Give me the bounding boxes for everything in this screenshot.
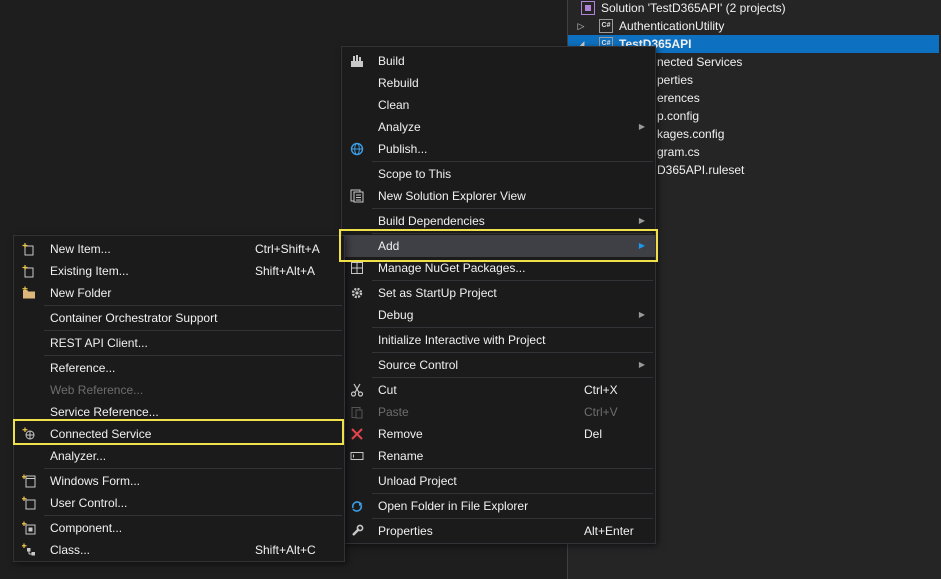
menu-item-new-solution-explorer-view[interactable]: New Solution Explorer View	[342, 185, 655, 207]
menu-item-remove[interactable]: Remove Del	[342, 423, 655, 445]
class-icon	[22, 543, 35, 556]
user-control-icon	[22, 496, 36, 510]
menu-item-open-folder[interactable]: Open Folder in File Explorer	[342, 495, 655, 517]
menu-item-clean[interactable]: Clean	[342, 94, 655, 116]
menu-separator	[372, 208, 653, 209]
menu-item-rename[interactable]: Rename	[342, 445, 655, 467]
menu-item-unload-project[interactable]: Unload Project	[342, 470, 655, 492]
folder-icon	[22, 286, 35, 299]
submenu-arrow-icon: ▶	[638, 310, 645, 319]
menu-item-analyze[interactable]: Analyze ▶	[342, 116, 655, 138]
menu-separator	[372, 493, 653, 494]
menu-separator	[372, 377, 653, 378]
add-item-service-reference[interactable]: Service Reference...	[14, 401, 344, 423]
gear-icon	[351, 287, 363, 299]
menu-item-cut[interactable]: Cut Ctrl+X	[342, 379, 655, 401]
menu-item-manage-nuget[interactable]: Manage NuGet Packages...	[342, 257, 655, 279]
menu-item-initialize-interactive[interactable]: Initialize Interactive with Project	[342, 329, 655, 351]
submenu-arrow-icon: ▶	[638, 360, 645, 369]
project-label: AuthenticationUtility	[619, 19, 725, 33]
menu-item-publish[interactable]: Publish...	[342, 138, 655, 160]
menu-separator	[372, 233, 653, 234]
add-item-windows-form[interactable]: Windows Form...	[14, 470, 344, 492]
menu-item-build[interactable]: Build	[342, 50, 655, 72]
menu-separator	[44, 305, 342, 306]
connected-service-icon	[22, 427, 35, 440]
submenu-arrow-icon: ▶	[638, 241, 645, 250]
add-item-rest-api-client[interactable]: REST API Client...	[14, 332, 344, 354]
add-item-user-control[interactable]: User Control...	[14, 492, 344, 514]
menu-separator	[44, 355, 342, 356]
expand-arrow-icon[interactable]: ▷	[576, 17, 586, 35]
menu-item-debug[interactable]: Debug ▶	[342, 304, 655, 326]
nuget-icon	[351, 262, 363, 274]
menu-separator	[372, 161, 653, 162]
menu-item-add[interactable]: Add ▶	[342, 235, 655, 257]
rename-icon	[350, 452, 364, 460]
component-icon	[22, 521, 36, 535]
menu-separator	[44, 468, 342, 469]
menu-item-paste: Paste Ctrl+V	[342, 401, 655, 423]
add-item-component[interactable]: Component...	[14, 517, 344, 539]
menu-item-rebuild[interactable]: Rebuild	[342, 72, 655, 94]
close-icon	[351, 428, 363, 440]
existing-item-icon	[22, 265, 34, 278]
add-item-new-item[interactable]: New Item... Ctrl+Shift+A	[14, 238, 344, 260]
menu-item-source-control[interactable]: Source Control ▶	[342, 354, 655, 376]
menu-item-properties[interactable]: Properties Alt+Enter	[342, 520, 655, 542]
submenu-arrow-icon: ▶	[638, 216, 645, 225]
solution-explorer-view-icon	[350, 189, 364, 203]
add-item-web-reference: Web Reference...	[50, 383, 144, 397]
add-item-analyzer[interactable]: Analyzer...	[14, 445, 344, 467]
add-item-class[interactable]: Class... Shift+Alt+C	[14, 539, 344, 561]
menu-item-scope-to-this[interactable]: Scope to This	[342, 163, 655, 185]
menu-item-set-startup[interactable]: Set as StartUp Project	[342, 282, 655, 304]
solution-label: Solution 'TestD365API' (2 projects)	[601, 1, 786, 15]
submenu-arrow-icon: ▶	[638, 122, 645, 131]
menu-separator	[44, 330, 342, 331]
menu-separator	[372, 352, 653, 353]
menu-separator	[44, 515, 342, 516]
csharp-project-icon: C#	[599, 19, 613, 33]
add-item-connected-service[interactable]: Connected Service	[14, 423, 344, 445]
menu-separator	[372, 327, 653, 328]
add-item-container-orchestrator[interactable]: Container Orchestrator Support	[14, 307, 344, 329]
add-item-existing-item[interactable]: Existing Item... Shift+Alt+A	[14, 260, 344, 282]
menu-separator	[372, 518, 653, 519]
menu-separator	[372, 280, 653, 281]
add-submenu: New Item... Ctrl+Shift+A Existing Item..…	[13, 235, 345, 562]
refresh-arrow-icon	[351, 501, 363, 512]
project-context-menu: Build Rebuild Clean Analyze ▶ Publish... …	[341, 46, 656, 544]
scissors-icon	[350, 383, 364, 397]
clipboard-icon	[351, 407, 363, 419]
wrench-icon	[352, 524, 364, 536]
new-item-icon	[22, 243, 34, 256]
build-icon	[351, 55, 363, 67]
menu-item-build-dependencies[interactable]: Build Dependencies ▶	[342, 210, 655, 232]
windows-form-icon	[22, 474, 36, 488]
add-item-new-folder[interactable]: New Folder	[14, 282, 344, 304]
add-item-reference[interactable]: Reference...	[14, 357, 344, 379]
menu-separator	[372, 468, 653, 469]
solution-icon	[581, 1, 595, 15]
globe-icon	[350, 142, 364, 156]
